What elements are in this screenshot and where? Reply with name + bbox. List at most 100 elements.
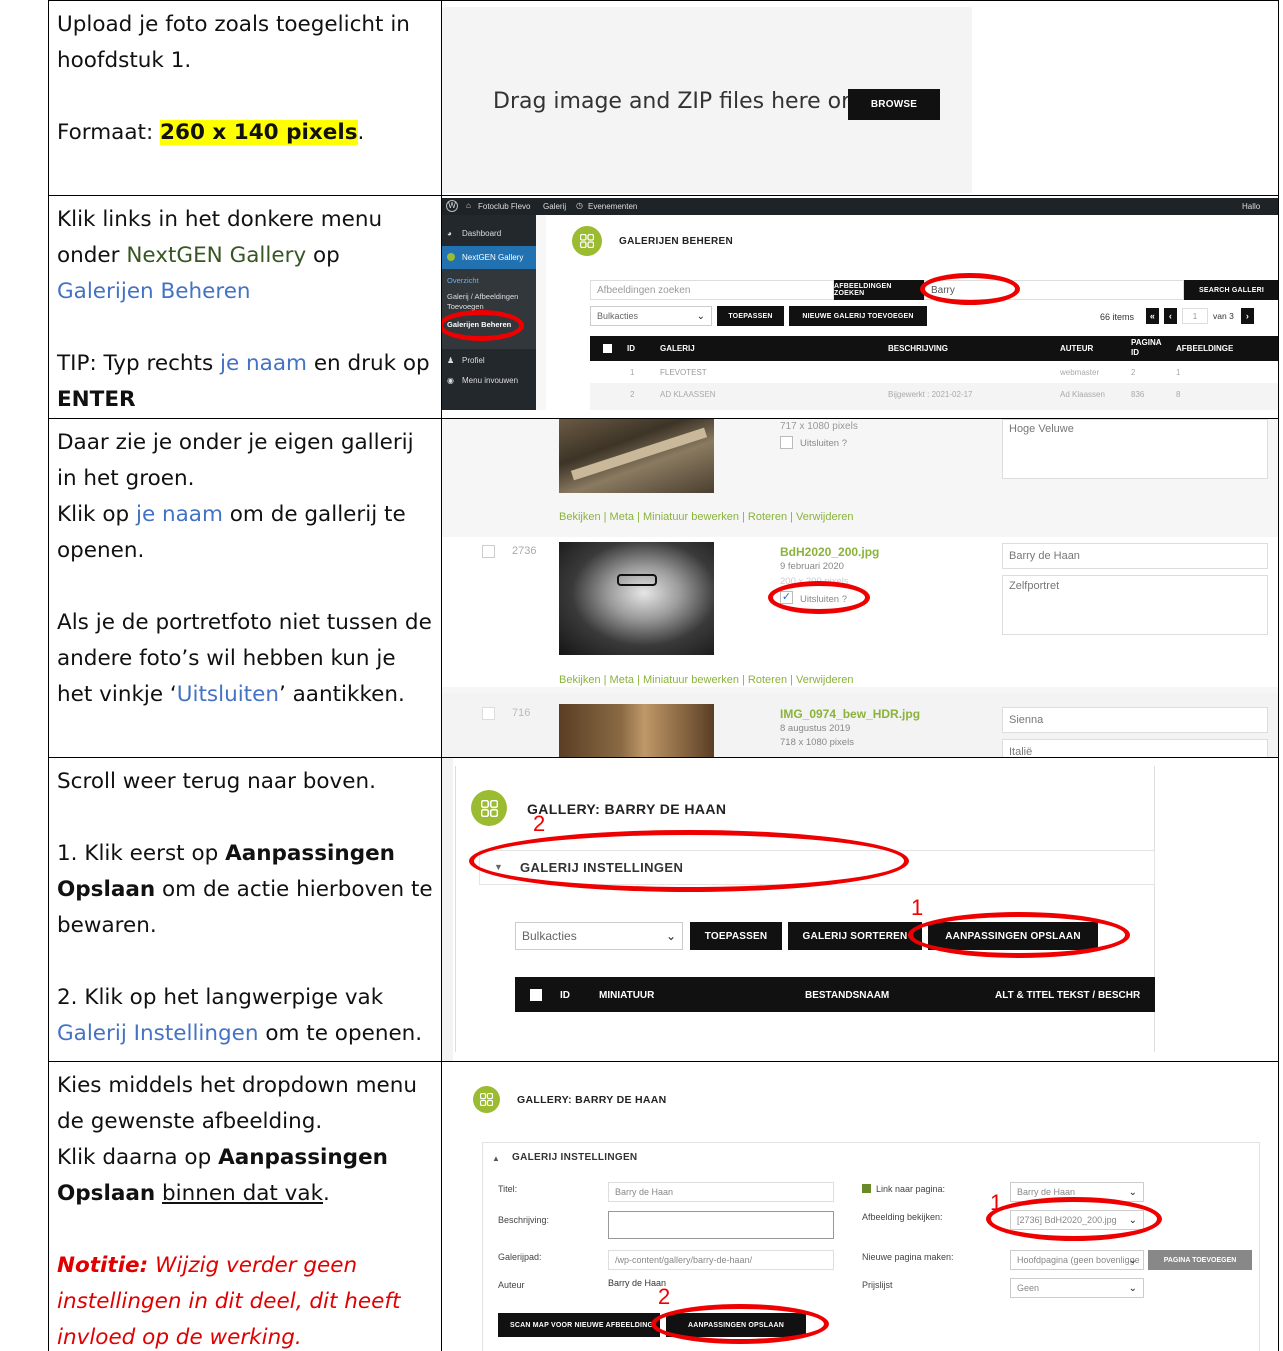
sort-gallery-button[interactable]: GALERIJ SORTEREN [788, 922, 922, 950]
apply-button[interactable]: TOEPASSEN [717, 306, 784, 326]
row-actions[interactable]: Bekijken | Meta | Miniatuur bewerken | R… [559, 511, 854, 523]
nextgen-link-text: NextGEN Gallery [126, 243, 307, 268]
chevron-down-icon: ⌄ [1128, 1186, 1137, 1198]
galerijen-beheren-text: Galerijen Beheren [57, 279, 251, 304]
filename-link[interactable]: BdH2020_200.jpg [780, 545, 879, 559]
apply-button[interactable]: TOEPASSEN [690, 922, 782, 950]
bulk-actions-select[interactable]: Bulkacties ⌄ [590, 306, 712, 326]
search-images-button[interactable]: AFBEELDINGEN ZOEKEN [834, 280, 924, 300]
submenu-overzicht[interactable]: Overzicht [447, 276, 479, 285]
nextgen-icon [447, 253, 455, 261]
thumbnail-image[interactable] [559, 704, 714, 757]
next-page-icon[interactable]: › [1241, 308, 1254, 324]
menu-invouwen[interactable]: Menu invouwen [462, 376, 518, 385]
select-all-checkbox[interactable] [603, 344, 612, 353]
nextgen-logo-icon [473, 1086, 500, 1113]
highlight-save-oval [651, 1304, 829, 1344]
first-page-icon[interactable]: « [1146, 308, 1159, 324]
step-number-2: 2 [658, 1284, 671, 1309]
admin-topbar: W ⌂ Fotoclub Flevo Galerij ◷ Evenementen… [442, 198, 1278, 215]
portrait-thumbnail[interactable] [559, 542, 714, 655]
select-all-checkbox[interactable] [530, 989, 542, 1001]
info-icon [862, 1184, 871, 1193]
description-field[interactable]: Zelfportret [1002, 575, 1268, 635]
row-checkbox[interactable] [482, 707, 495, 720]
alt-text-field[interactable]: Sienna [1002, 707, 1268, 733]
gallery-path-field[interactable]: /wp-content/gallery/barry-de-haan/ [608, 1250, 834, 1270]
home-icon[interactable]: ⌂ [466, 201, 471, 210]
step-number-1: 1 [990, 1190, 1003, 1215]
price-list-select[interactable]: Geen ⌄ [1010, 1278, 1144, 1298]
alt-text-field[interactable]: Barry de Haan [1002, 543, 1268, 569]
row2-text: Klik links in het donkere menu onder Nex… [48, 195, 442, 419]
collapse-icon: ◉ [447, 376, 454, 385]
row4-screenshot: GALLERY: BARRY DE HAAN ▼ GALERIJ INSTELL… [441, 757, 1279, 1062]
row3-text: Daar zie je onder je eigen gallerij in h… [48, 418, 442, 758]
chevron-down-icon: ⌄ [696, 310, 705, 322]
row4-text: Scroll weer terug naar boven. 1. Klik ee… [48, 757, 442, 1062]
image-search-input[interactable]: Afbeeldingen zoeken [590, 280, 834, 300]
browse-button[interactable]: BROWSE [848, 89, 940, 120]
highlight-dropdown-oval [986, 1197, 1162, 1241]
new-page-select[interactable]: Hoofdpagina (geen bovenligge ⌄ [1010, 1250, 1144, 1270]
menu-profiel[interactable]: Profiel [462, 356, 485, 365]
collapse-triangle-icon[interactable]: ▲ [492, 1154, 500, 1163]
menu-dashboard[interactable]: Dashboard [462, 229, 501, 238]
highlight-exclude-oval [768, 581, 870, 614]
new-gallery-button[interactable]: NIEUWE GALERIJ TOEVOEGEN [789, 306, 927, 326]
filename-link[interactable]: IMG_0974_bew_HDR.jpg [780, 707, 920, 721]
bulk-actions-select[interactable]: Bulkacties ⌄ [515, 922, 683, 950]
site-link[interactable]: Fotoclub Flevo [478, 202, 530, 211]
exclude-checkbox[interactable] [780, 436, 793, 449]
step-number-2: 2 [533, 811, 546, 836]
upload-instruction: Upload je foto zoals toegelicht in hoofd… [57, 12, 410, 73]
row-checkbox[interactable] [482, 545, 495, 558]
gallery-title: GALLERY: BARRY DE HAAN [527, 801, 727, 817]
table-row[interactable]: 1 FLEVOTEST webmaster 2 1 [590, 361, 1278, 383]
highlight-save-oval [908, 912, 1130, 958]
row-gallery-images: Daar zie je onder je eigen gallerij in h… [48, 418, 1279, 758]
alt-text-field[interactable]: Hoge Veluwe [1002, 419, 1268, 479]
row2-screenshot: W ⌂ Fotoclub Flevo Galerij ◷ Evenementen… [441, 195, 1279, 419]
thumbnail-image[interactable] [559, 419, 714, 493]
search-gallery-button[interactable]: SEARCH GALLERI [1184, 280, 1278, 300]
dropzone[interactable]: Drag image and ZIP files here or BROWSE [442, 7, 972, 193]
page-number-input[interactable]: 1 [1182, 308, 1208, 324]
gallery-table-header: ID GALERIJ BESCHRIJVING AUTEUR PAGINA ID… [590, 336, 1278, 361]
chevron-down-icon: ⌄ [1128, 1254, 1137, 1266]
greeting[interactable]: Hallo [1242, 202, 1260, 211]
row1-screenshot: Drag image and ZIP files here or BROWSE [441, 0, 1279, 196]
format-line: Formaat: 260 x 140 pixels. [57, 120, 365, 145]
settings-header[interactable]: GALERIJ INSTELLINGEN [512, 1152, 637, 1163]
items-count: 66 items [1100, 312, 1135, 322]
description-field[interactable] [608, 1211, 834, 1239]
chevron-down-icon: ⌄ [665, 929, 676, 943]
profile-icon: ♟ [447, 356, 455, 365]
row-upload: Upload je foto zoals toegelicht in hoofd… [48, 0, 1279, 196]
format-size: 260 x 140 pixels [160, 120, 358, 145]
description-field[interactable]: Italië [1002, 739, 1268, 757]
highlight-menu-oval [442, 310, 524, 341]
row5-screenshot: GALLERY: BARRY DE HAAN ▲ GALERIJ INSTELL… [441, 1061, 1279, 1351]
gallery-title: GALLERY: BARRY DE HAAN [517, 1094, 667, 1106]
calendar-icon: ◷ [576, 201, 583, 210]
events-link[interactable]: Evenementen [588, 202, 637, 211]
wordpress-icon[interactable]: W [446, 200, 458, 212]
galerij-link[interactable]: Galerij [543, 202, 566, 211]
warning-note: Notitie: Wijzig verder geen instellingen… [57, 1253, 401, 1350]
highlight-settings-oval [469, 830, 909, 892]
images-table-header: ID MINIATUUR BESTANDSNAAM ALT & TITEL TE… [515, 977, 1155, 1012]
title-field[interactable]: Barry de Haan [608, 1182, 834, 1202]
scan-folder-button[interactable]: SCAN MAP VOOR NIEUWE AFBEELDING [498, 1313, 660, 1337]
dropzone-text: Drag image and ZIP files here or [493, 89, 851, 114]
table-row[interactable]: 2 AD KLAASSEN Bijgewerkt : 2021-02-17 Ad… [590, 383, 1278, 410]
instruction-table: Upload je foto zoals toegelicht in hoofd… [48, 0, 1279, 1351]
row-actions[interactable]: Bekijken | Meta | Miniatuur bewerken | R… [559, 674, 854, 686]
prev-page-icon[interactable]: ‹ [1164, 308, 1177, 324]
submenu-galerij-afbeeldingen[interactable]: Galerij / Afbeeldingen [447, 292, 518, 301]
menu-nextgen[interactable]: NextGEN Gallery [442, 246, 536, 269]
dashboard-icon: ◕ [447, 229, 452, 238]
page-count: van 3 [1213, 311, 1234, 321]
highlight-search-oval [920, 273, 1020, 305]
add-page-button[interactable]: PAGINA TOEVOEGEN [1148, 1250, 1252, 1270]
